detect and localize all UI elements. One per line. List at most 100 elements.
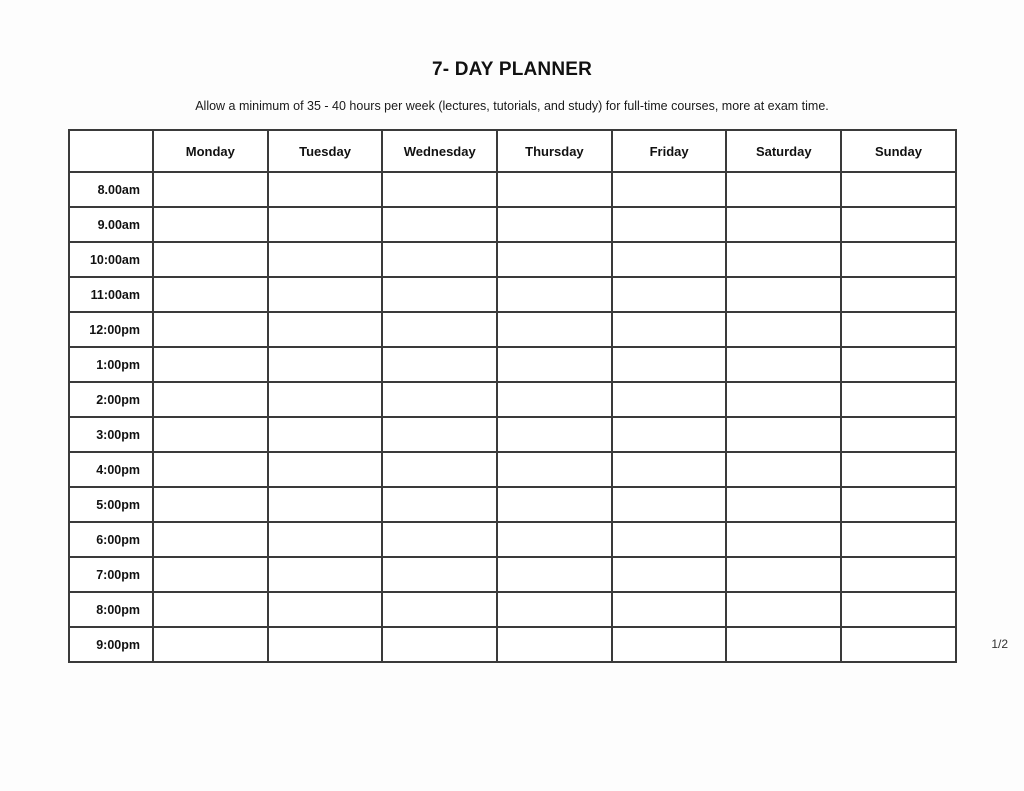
schedule-slot-cell[interactable] xyxy=(610,346,728,383)
schedule-slot-cell[interactable] xyxy=(496,241,613,278)
schedule-slot-cell[interactable] xyxy=(496,451,613,488)
planner-table-body: 8.00am 9.00am 10:00am 11:00am 12:00pm 1:00pm 2… xyxy=(68,171,957,663)
schedule-slot-cell[interactable] xyxy=(496,311,613,348)
schedule-slot-cell[interactable] xyxy=(725,451,843,488)
schedule-slot-cell[interactable] xyxy=(840,451,957,488)
schedule-slot-cell[interactable] xyxy=(266,346,384,383)
schedule-slot-cell[interactable] xyxy=(496,206,613,243)
schedule-slot-cell[interactable] xyxy=(496,591,613,628)
schedule-slot-cell[interactable] xyxy=(152,171,269,208)
schedule-slot-cell[interactable] xyxy=(840,556,957,593)
schedule-slot-cell[interactable] xyxy=(266,171,384,208)
schedule-slot-cell[interactable] xyxy=(725,521,843,558)
schedule-slot-cell[interactable] xyxy=(381,556,499,593)
schedule-slot-cell[interactable] xyxy=(381,416,499,453)
schedule-slot-cell[interactable] xyxy=(725,416,843,453)
schedule-slot-cell[interactable] xyxy=(266,276,384,313)
schedule-slot-cell[interactable] xyxy=(152,276,269,313)
schedule-slot-cell[interactable] xyxy=(266,591,384,628)
schedule-slot-cell[interactable] xyxy=(840,276,957,313)
schedule-slot-cell[interactable] xyxy=(381,451,499,488)
schedule-slot-cell[interactable] xyxy=(610,241,728,278)
schedule-slot-cell[interactable] xyxy=(152,486,269,523)
schedule-slot-cell[interactable] xyxy=(152,556,269,593)
schedule-slot-cell[interactable] xyxy=(152,521,269,558)
schedule-slot-cell[interactable] xyxy=(610,276,728,313)
table-row: 11:00am xyxy=(68,276,957,313)
schedule-slot-cell[interactable] xyxy=(152,346,269,383)
schedule-slot-cell[interactable] xyxy=(381,276,499,313)
schedule-slot-cell[interactable] xyxy=(725,206,843,243)
schedule-slot-cell[interactable] xyxy=(610,591,728,628)
schedule-slot-cell[interactable] xyxy=(381,241,499,278)
time-label: 6:00pm xyxy=(68,521,154,558)
schedule-slot-cell[interactable] xyxy=(381,381,499,418)
schedule-slot-cell[interactable] xyxy=(496,381,613,418)
schedule-slot-cell[interactable] xyxy=(725,381,843,418)
schedule-slot-cell[interactable] xyxy=(840,311,957,348)
schedule-slot-cell[interactable] xyxy=(725,556,843,593)
schedule-slot-cell[interactable] xyxy=(840,346,957,383)
schedule-slot-cell[interactable] xyxy=(725,241,843,278)
schedule-slot-cell[interactable] xyxy=(266,416,384,453)
schedule-slot-cell[interactable] xyxy=(496,416,613,453)
schedule-slot-cell[interactable] xyxy=(381,206,499,243)
schedule-slot-cell[interactable] xyxy=(610,416,728,453)
schedule-slot-cell[interactable] xyxy=(840,486,957,523)
planner-page: 7- DAY PLANNER Allow a minimum of 35 - 4… xyxy=(0,0,1024,791)
schedule-slot-cell[interactable] xyxy=(725,276,843,313)
schedule-slot-cell[interactable] xyxy=(725,171,843,208)
schedule-slot-cell[interactable] xyxy=(840,241,957,278)
schedule-slot-cell[interactable] xyxy=(381,486,499,523)
schedule-slot-cell[interactable] xyxy=(152,241,269,278)
schedule-slot-cell[interactable] xyxy=(266,521,384,558)
table-row: 6:00pm xyxy=(68,521,957,558)
schedule-slot-cell[interactable] xyxy=(840,381,957,418)
schedule-slot-cell[interactable] xyxy=(610,381,728,418)
schedule-slot-cell[interactable] xyxy=(840,206,957,243)
schedule-slot-cell[interactable] xyxy=(725,311,843,348)
schedule-slot-cell[interactable] xyxy=(610,556,728,593)
schedule-slot-cell[interactable] xyxy=(152,206,269,243)
schedule-slot-cell[interactable] xyxy=(610,206,728,243)
schedule-slot-cell[interactable] xyxy=(266,451,384,488)
schedule-slot-cell[interactable] xyxy=(496,486,613,523)
schedule-slot-cell[interactable] xyxy=(152,591,269,628)
schedule-slot-cell[interactable] xyxy=(266,486,384,523)
schedule-slot-cell[interactable] xyxy=(496,276,613,313)
schedule-slot-cell[interactable] xyxy=(266,206,384,243)
schedule-slot-cell[interactable] xyxy=(496,556,613,593)
schedule-slot-cell[interactable] xyxy=(725,591,843,628)
schedule-slot-cell[interactable] xyxy=(840,171,957,208)
schedule-slot-cell[interactable] xyxy=(610,521,728,558)
schedule-slot-cell[interactable] xyxy=(266,241,384,278)
schedule-slot-cell[interactable] xyxy=(496,346,613,383)
schedule-slot-cell[interactable] xyxy=(725,346,843,383)
time-label: 5:00pm xyxy=(68,486,154,523)
schedule-slot-cell[interactable] xyxy=(381,591,499,628)
schedule-slot-cell[interactable] xyxy=(610,486,728,523)
day-header-wednesday: Wednesday xyxy=(381,129,499,173)
header-row: Monday Tuesday Wednesday Thursday Friday… xyxy=(68,129,957,173)
schedule-slot-cell[interactable] xyxy=(840,416,957,453)
schedule-slot-cell[interactable] xyxy=(381,346,499,383)
schedule-slot-cell[interactable] xyxy=(152,451,269,488)
schedule-slot-cell[interactable] xyxy=(152,416,269,453)
schedule-slot-cell[interactable] xyxy=(381,171,499,208)
schedule-slot-cell[interactable] xyxy=(496,521,613,558)
schedule-slot-cell[interactable] xyxy=(152,311,269,348)
schedule-slot-cell[interactable] xyxy=(610,451,728,488)
schedule-slot-cell[interactable] xyxy=(152,381,269,418)
page-subtitle: Allow a minimum of 35 - 40 hours per wee… xyxy=(195,99,829,113)
schedule-slot-cell[interactable] xyxy=(840,521,957,558)
schedule-slot-cell[interactable] xyxy=(496,171,613,208)
schedule-slot-cell[interactable] xyxy=(610,311,728,348)
schedule-slot-cell[interactable] xyxy=(266,311,384,348)
schedule-slot-cell[interactable] xyxy=(381,521,499,558)
schedule-slot-cell[interactable] xyxy=(725,486,843,523)
schedule-slot-cell[interactable] xyxy=(381,311,499,348)
schedule-slot-cell[interactable] xyxy=(840,591,957,628)
schedule-slot-cell[interactable] xyxy=(266,556,384,593)
schedule-slot-cell[interactable] xyxy=(266,381,384,418)
schedule-slot-cell[interactable] xyxy=(610,171,728,208)
